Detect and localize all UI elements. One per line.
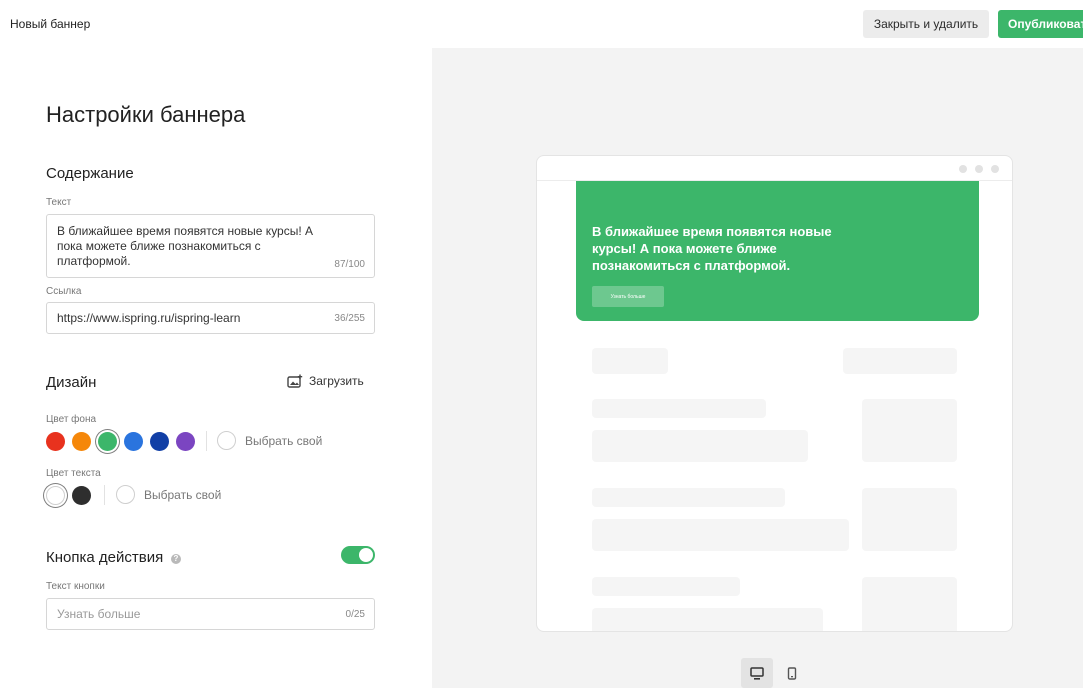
banner-preview: В ближайшее время появятся новые курсы! … [576,181,979,321]
banner-text-line-3: платформой. [57,254,131,268]
settings-panel: Настройки баннера Содержание Текст В бли… [0,48,432,688]
banner-text-field[interactable]: В ближайшее время появятся новые курсы! … [46,214,375,278]
action-button-toggle[interactable] [341,546,375,564]
skeleton-block [862,577,957,631]
skeleton-block [592,488,785,507]
button-text-counter: 0/25 [345,609,365,620]
link-field[interactable]: https://www.ispring.ru/ispring-learn 36/… [46,302,375,334]
action-button-heading: Кнопка действия [46,549,164,566]
window-dot-icon [975,165,983,173]
upload-button[interactable]: Загрузить [287,374,364,388]
publish-button[interactable]: Опубликовать [998,10,1083,38]
text-color-swatch[interactable] [46,486,65,505]
desktop-icon [750,666,764,680]
banner-text-line-1: В ближайшее время появятся новые курсы! … [57,224,314,238]
bg-custom-color-label: Выбрать свой [245,433,323,448]
bg-color-swatch[interactable] [46,432,65,451]
window-dot-icon [991,165,999,173]
button-text-field[interactable]: Узнать больше 0/25 [46,598,375,630]
skeleton-block [592,519,849,551]
mobile-view-button[interactable] [776,658,808,688]
toggle-knob [359,548,373,562]
link-counter: 36/255 [334,313,365,324]
banner-preview-text: В ближайшее время появятся новые курсы! … [592,223,882,274]
bg-color-swatch[interactable] [176,432,195,451]
divider [206,431,207,451]
desktop-view-button[interactable] [741,658,773,688]
help-icon[interactable]: ? [171,554,181,564]
design-heading: Дизайн [46,374,97,391]
bg-color-swatch[interactable] [98,432,117,451]
skeleton-block [592,430,808,462]
text-counter: 87/100 [334,259,365,270]
bg-color-swatch[interactable] [124,432,143,451]
top-bar: Новый баннер Закрыть и удалить Опубликов… [0,0,1083,48]
button-text-label: Текст кнопки [46,581,105,592]
skeleton-block [843,348,957,374]
content-heading: Содержание [46,165,134,182]
banner-preview-line-1: В ближайшее время появятся новые [592,224,832,239]
skeleton-block [862,488,957,551]
text-color-swatch[interactable] [72,486,91,505]
window-dot-icon [959,165,967,173]
skeleton-block [592,577,740,596]
divider [104,485,105,505]
upload-label: Загрузить [309,374,364,388]
link-value: https://www.ispring.ru/ispring-learn [57,311,241,325]
text-custom-color-label: Выбрать свой [144,487,222,502]
settings-title: Настройки баннера [46,102,246,127]
skeleton-block [592,399,766,418]
text-custom-color-button[interactable]: Выбрать свой [116,485,221,504]
custom-color-circle [116,485,135,504]
link-label: Ссылка [46,286,82,297]
preview-area: В ближайшее время появятся новые курсы! … [432,48,1083,688]
banner-preview-line-3: познакомиться с платформой. [592,258,791,273]
bg-color-label: Цвет фона [46,414,97,425]
browser-toolbar [537,156,1012,181]
text-label: Текст [46,197,72,208]
mobile-icon [787,666,797,680]
bg-custom-color-button[interactable]: Выбрать свой [217,431,322,450]
bg-color-swatch[interactable] [72,432,91,451]
banner-text-line-2: пока можете ближе познакомиться с [57,239,261,253]
bg-color-swatch[interactable] [150,432,169,451]
text-color-label: Цвет текста [46,468,101,479]
image-upload-icon [287,374,303,388]
close-and-delete-button[interactable]: Закрыть и удалить [863,10,989,38]
skeleton-block [862,399,957,462]
custom-color-circle [217,431,236,450]
skeleton-block [592,348,668,374]
banner-preview-button: Узнать больше [592,286,664,307]
skeleton-block [592,608,823,631]
button-text-placeholder: Узнать больше [57,607,141,621]
page-title: Новый баннер [10,17,91,31]
browser-preview-frame: В ближайшее время появятся новые курсы! … [536,155,1013,632]
banner-preview-line-2: курсы! А пока можете ближе [592,241,777,256]
